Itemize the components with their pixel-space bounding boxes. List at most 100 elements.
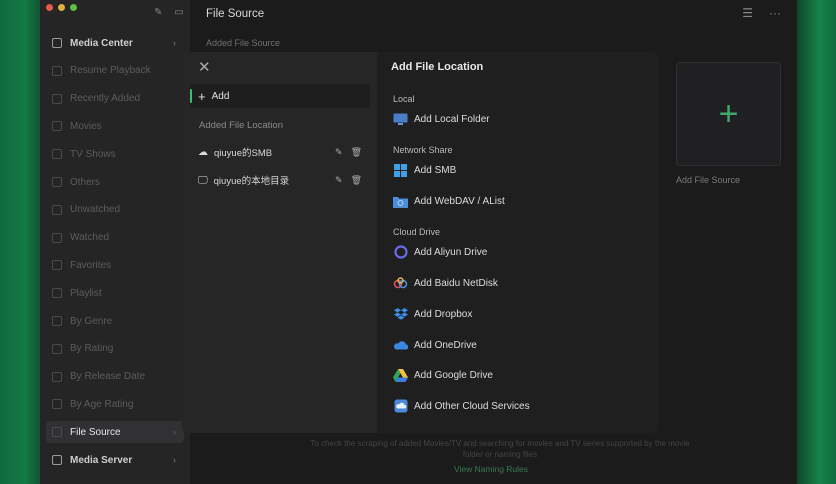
- add-other-cloud-option[interactable]: Add Other Cloud Services: [393, 397, 643, 415]
- zoom-window-button[interactable]: [70, 4, 77, 11]
- view-naming-rules-link[interactable]: View Naming Rules: [454, 464, 528, 474]
- add-dropbox-option[interactable]: Add Dropbox: [393, 305, 643, 323]
- sidebar-item-icon: [52, 93, 62, 104]
- sidebar-item[interactable]: Recently Added: [46, 88, 184, 110]
- sidebar-item[interactable]: File Source ›: [46, 421, 184, 444]
- sidebar-item[interactable]: Resume Playback: [46, 60, 184, 82]
- cloud-icon: ☁: [198, 146, 208, 158]
- sidebar-item-icon: [52, 427, 62, 438]
- sidebar-item-icon: [52, 65, 62, 76]
- sidebar-item-icon: [52, 38, 62, 48]
- sidebar-item-label: File Source: [70, 426, 121, 438]
- sidebar-item-label: By Genre: [70, 315, 113, 327]
- cloud-server-icon: [393, 399, 408, 414]
- section-local: Local: [393, 94, 415, 104]
- sidebar-item-icon: [52, 121, 62, 132]
- sidebar-item[interactable]: Favorites: [46, 254, 184, 276]
- add-location-item[interactable]: + Add: [190, 84, 370, 108]
- window-controls: [46, 4, 77, 11]
- sidebar-item-icon: [52, 343, 62, 354]
- add-file-source-label: Add File Source: [676, 175, 741, 185]
- sidebar-item-label: Resume Playback: [70, 65, 151, 77]
- sidebar-item[interactable]: Watched: [46, 227, 184, 249]
- page-title: File Source: [206, 8, 265, 20]
- chevron-right-icon: ›: [173, 38, 176, 48]
- section-network: Network Share: [393, 145, 453, 155]
- baidu-icon: [393, 276, 408, 291]
- sidebar-item-label: Recently Added: [70, 93, 141, 105]
- windows-icon: [393, 163, 408, 178]
- sidebar-item[interactable]: By Rating: [46, 338, 184, 360]
- section-cloud: Cloud Drive: [393, 227, 441, 237]
- footer-hint: To check the scraping of added Movies/TV…: [310, 439, 690, 459]
- sidebar-item[interactable]: TV Shows: [46, 143, 184, 165]
- add-label: Add: [211, 90, 230, 102]
- dropbox-icon: [393, 307, 408, 322]
- minimize-window-button[interactable]: [58, 4, 65, 11]
- list-view-icon[interactable]: ☰: [742, 6, 753, 20]
- sidebar-item-icon: [52, 316, 62, 326]
- sidebar-item-label: Media Server: [70, 454, 133, 466]
- sidebar-item-icon: [52, 204, 62, 215]
- sidebar-item[interactable]: By Release Date: [46, 366, 184, 388]
- modal-left-panel: ✕ + Add Added File Location ☁ qiuyue的SMB…: [182, 52, 377, 433]
- sidebar-item-icon: [52, 399, 62, 410]
- section-subtitle: Added File Source: [206, 38, 281, 48]
- edit-icon[interactable]: ✎: [154, 7, 162, 18]
- sidebar-item-label: Others: [70, 176, 101, 188]
- sidebar-item[interactable]: Unwatched: [46, 199, 184, 221]
- add-smb-option[interactable]: Add SMB: [393, 161, 643, 179]
- chevron-right-icon: ›: [173, 455, 176, 465]
- add-file-source-tile[interactable]: +: [676, 62, 781, 166]
- location-item[interactable]: ☁ qiuyue的SMB ✎ 🗑: [198, 142, 368, 162]
- more-icon[interactable]: ···: [769, 6, 781, 20]
- panel-title: Add File Location: [391, 61, 484, 73]
- aliyun-icon: [393, 245, 408, 260]
- add-aliyun-option[interactable]: Add Aliyun Drive: [393, 243, 643, 261]
- close-window-button[interactable]: [46, 4, 53, 11]
- plus-icon: +: [718, 94, 739, 133]
- sidebar-item-label: Unwatched: [70, 204, 121, 216]
- edit-icon[interactable]: ✎: [335, 175, 343, 186]
- location-item[interactable]: 🖵 qiuyue的本地目录 ✎ 🗑: [198, 170, 368, 190]
- sidebar-tools: ✎ ▭: [154, 7, 184, 18]
- sidebar-item[interactable]: Media Server ›: [46, 449, 184, 471]
- sidebar-item-icon: [52, 149, 62, 160]
- location-name: qiuyue的SMB: [214, 148, 273, 159]
- sidebar-item-icon: [52, 177, 62, 187]
- sidebar-item[interactable]: By Age Rating: [46, 393, 184, 415]
- sidebar-item[interactable]: Media Center ›: [46, 32, 184, 54]
- chevron-right-icon: ›: [173, 427, 176, 438]
- sidebar-item-label: TV Shows: [70, 148, 116, 160]
- sidebar: ✎ ▭ Media Center › Resume Playback Recently…: [40, 0, 190, 484]
- close-icon[interactable]: ✕: [198, 58, 211, 76]
- sidebar-item-label: Media Center: [70, 37, 133, 49]
- sidebar-item-label: By Age Rating: [70, 398, 134, 410]
- add-google-drive-option[interactable]: Add Google Drive: [393, 366, 643, 384]
- sidebar-item-label: Watched: [70, 232, 110, 244]
- add-file-location-panel: Add File Location Local Add Local Folder…: [377, 52, 659, 433]
- google-drive-icon: [393, 368, 408, 383]
- plus-icon: +: [198, 88, 206, 104]
- trash-icon[interactable]: 🗑: [351, 175, 362, 186]
- location-name: qiuyue的本地目录: [213, 176, 290, 187]
- sidebar-item-icon: [52, 455, 62, 465]
- add-onedrive-option[interactable]: Add OneDrive: [393, 336, 643, 354]
- sidebar-item[interactable]: By Genre: [46, 310, 184, 332]
- sidebar-item-icon: [52, 371, 62, 382]
- app-window: ✎ ▭ Media Center › Resume Playback Recently…: [40, 0, 797, 484]
- sidebar-item-label: Playlist: [70, 287, 102, 299]
- edit-icon[interactable]: ✎: [335, 147, 343, 158]
- add-baidu-option[interactable]: Add Baidu NetDisk: [393, 274, 643, 292]
- sidebar-toggle-icon[interactable]: ▭: [175, 7, 184, 18]
- add-webdav-option[interactable]: Add WebDAV / AList: [393, 192, 643, 210]
- sidebar-item[interactable]: Playlist: [46, 282, 184, 304]
- sidebar-item-label: By Rating: [70, 343, 114, 355]
- add-local-folder-option[interactable]: Add Local Folder: [393, 110, 643, 128]
- trash-icon[interactable]: 🗑: [351, 147, 362, 158]
- selection-indicator: [190, 89, 192, 103]
- onedrive-icon: [393, 338, 408, 353]
- sidebar-item-icon: [52, 260, 62, 271]
- sidebar-item[interactable]: Others: [46, 171, 184, 193]
- sidebar-item[interactable]: Movies: [46, 115, 184, 137]
